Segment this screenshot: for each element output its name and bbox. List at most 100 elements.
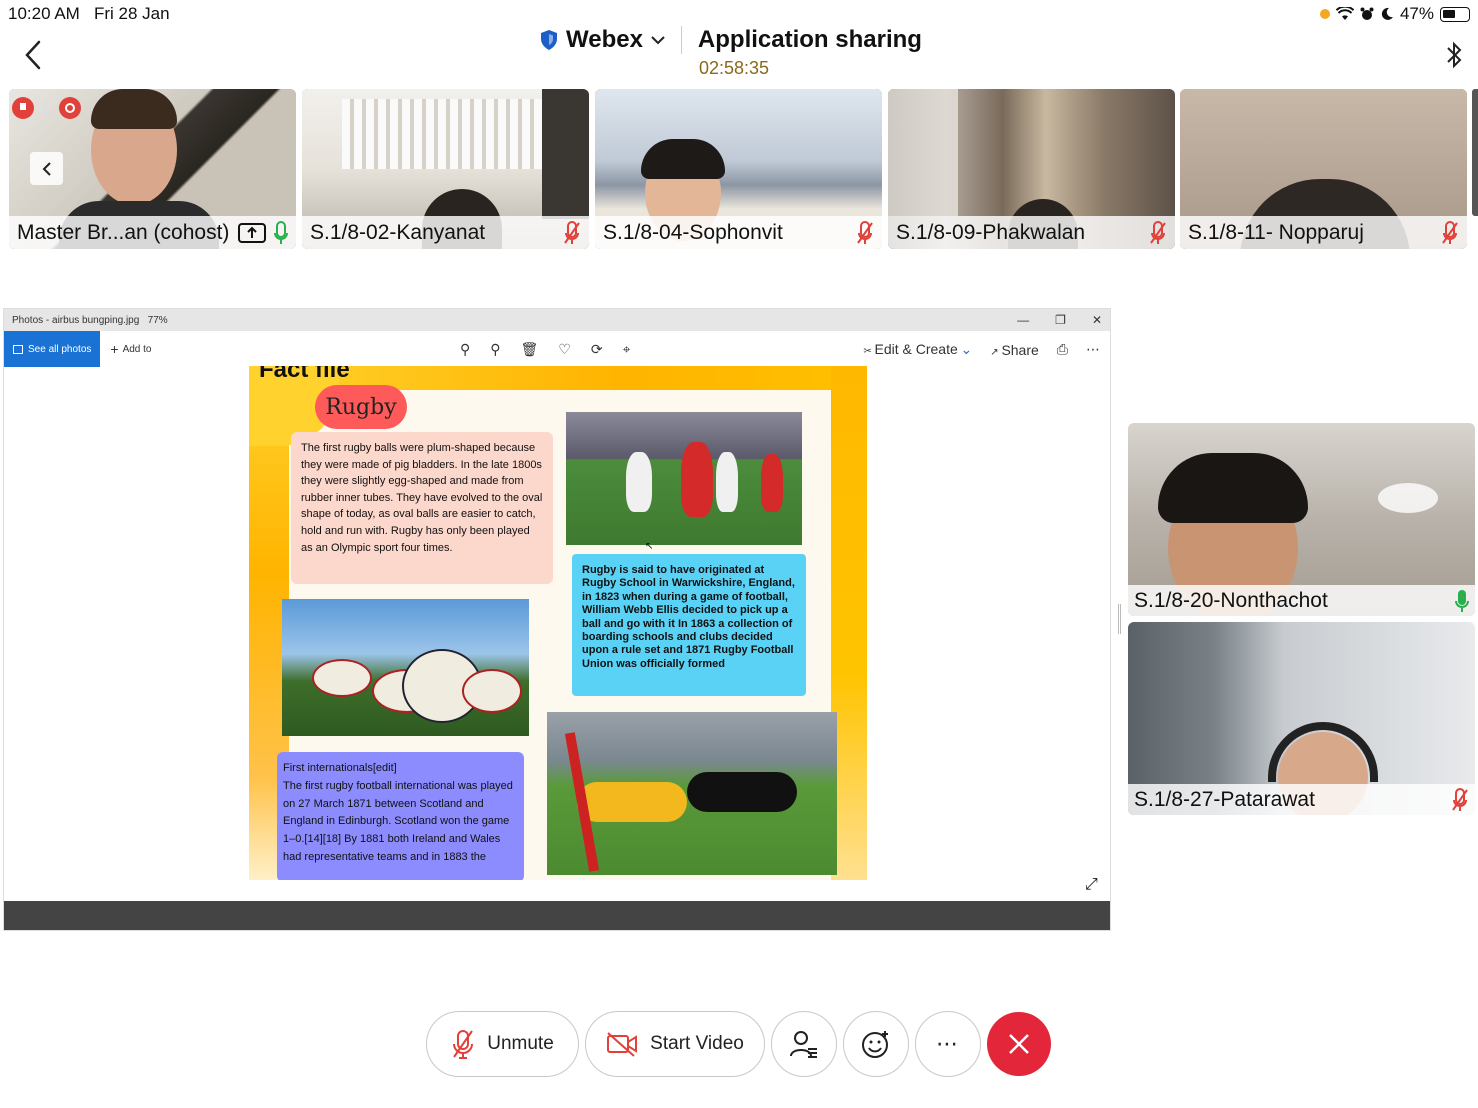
participant-label: S.1/8-20-Nonthachot: [1128, 585, 1475, 616]
alarm-icon: [1360, 7, 1374, 20]
bluetooth-icon[interactable]: [1442, 38, 1466, 72]
poster-heading: Fact file: [259, 366, 350, 383]
participant-label: S.1/8-09-Phakwalan: [888, 216, 1175, 249]
side-participant-tile[interactable]: S.1/8-27-Patarawat: [1128, 622, 1475, 815]
participant-tile[interactable]: S.1/8-09-Phakwalan: [888, 89, 1175, 249]
chevron-left-icon: [42, 161, 51, 176]
see-all-photos-button[interactable]: See all photos: [4, 331, 101, 367]
participant-tile[interactable]: S.1/8-11- Nopparuj: [1180, 89, 1467, 249]
webex-menu[interactable]: Webex: [540, 26, 665, 54]
participant-label: S.1/8-02-Kanyanat: [302, 216, 589, 249]
rotate-icon[interactable]: ⟳: [591, 341, 603, 358]
page-title: Application sharing: [697, 26, 922, 53]
more-icon: ⋯: [936, 1031, 960, 1056]
end-call-button[interactable]: [987, 1012, 1051, 1076]
side-participant-tile[interactable]: S.1/8-20-Nonthachot: [1128, 423, 1475, 616]
minimize-icon[interactable]: —: [1017, 313, 1029, 327]
window-bottom-bar: [4, 901, 1110, 930]
participant-name: Master Br...an (cohost): [17, 220, 230, 244]
start-video-button[interactable]: Start Video: [585, 1011, 765, 1077]
poster-image: Fact file Rugby The first rugby balls we…: [249, 366, 867, 880]
video-off-icon: [607, 1032, 638, 1057]
photos-toolbar: See all photos + Add to ⚲ ⚲ 🗑 ♡ ⟳ ⌖ ✂ Ed…: [4, 331, 1110, 367]
mic-off-icon: [1442, 220, 1458, 244]
back-button[interactable]: [18, 38, 48, 72]
rugby-match-photo: [566, 412, 802, 545]
zoom-out-icon[interactable]: ⚲: [490, 341, 500, 358]
crop-icon[interactable]: ⌖: [623, 341, 631, 358]
app-name: Webex: [566, 26, 643, 53]
restore-icon[interactable]: ❐: [1055, 313, 1066, 327]
strip-prev-button[interactable]: [30, 152, 63, 185]
fact-internationals-text: The first rugby football international w…: [283, 779, 513, 863]
participant-label: S.1/8-27-Patarawat: [1128, 784, 1475, 815]
participant-name: S.1/8-09-Phakwalan: [896, 220, 1086, 244]
participant-name: S.1/8-02-Kanyanat: [310, 220, 486, 244]
mic-off-icon: [1452, 787, 1468, 811]
muted-host-icon: [12, 97, 34, 119]
participant-label: Master Br...an (cohost): [9, 216, 296, 249]
record-icon: [59, 97, 81, 119]
window-title: Photos - airbus bungping.jpg: [12, 314, 140, 326]
fact-box-internationals: First internationals[edit] The first rug…: [277, 752, 524, 880]
participants-button[interactable]: [771, 1011, 837, 1077]
meeting-timer: 02:58:35: [699, 58, 770, 78]
participant-tile[interactable]: S.1/8-02-Kanyanat: [302, 89, 589, 249]
mic-off-icon: [1150, 220, 1166, 244]
close-icon: [1009, 1034, 1029, 1054]
meeting-header: Webex Application sharing: [540, 26, 922, 54]
unmute-button[interactable]: Unmute: [426, 1011, 579, 1077]
participant-name: S.1/8-27-Patarawat: [1134, 787, 1315, 811]
expand-icon[interactable]: ⤢: [1085, 876, 1098, 894]
more-options-button[interactable]: ⋯: [915, 1011, 981, 1077]
participant-label: S.1/8-04-Sophonvit: [595, 216, 882, 249]
plus-icon: +: [110, 341, 119, 357]
participants-icon: [790, 1031, 817, 1058]
share-button[interactable]: ↗ Share: [990, 342, 1039, 358]
fact-box-balls: The first rugby balls were plum-shaped b…: [291, 432, 553, 584]
mic-on-icon: [274, 220, 288, 244]
rugby-tackle-photo: [547, 712, 837, 875]
fact-internationals-heading: First internationals[edit]: [283, 762, 397, 774]
battery-percent: 47%: [1399, 4, 1434, 23]
mic-off-icon: [857, 220, 873, 244]
rugby-balls-photo: [282, 599, 529, 736]
shared-screen[interactable]: Photos - airbus bungping.jpg 77% — ❐ ✕ S…: [3, 308, 1111, 931]
recording-dot-icon: [1319, 9, 1330, 19]
participant-name: S.1/8-04-Sophonvit: [603, 220, 783, 244]
participant-label: S.1/8-11- Nopparuj: [1180, 216, 1467, 249]
delete-icon[interactable]: 🗑: [521, 341, 539, 358]
mic-off-icon: [453, 1030, 474, 1059]
reactions-button[interactable]: [843, 1011, 909, 1077]
participant-name: S.1/8-11- Nopparuj: [1188, 220, 1364, 244]
print-icon[interactable]: ⎙: [1057, 341, 1068, 358]
shield-icon: [541, 30, 557, 50]
mic-on-icon: [1455, 589, 1469, 612]
more-icon[interactable]: ⋯: [1086, 341, 1100, 358]
close-icon[interactable]: ✕: [1092, 313, 1102, 327]
window-titlebar: Photos - airbus bungping.jpg 77% — ❐ ✕: [4, 309, 1110, 331]
status-time: 10:20 AM Fri 28 Jan: [8, 4, 170, 23]
status-bar: 10:20 AM Fri 28 Jan 47%: [0, 0, 1478, 28]
heart-icon[interactable]: ♡: [558, 341, 571, 358]
add-to-button[interactable]: + Add to: [110, 341, 151, 357]
resize-handle[interactable]: [1118, 604, 1121, 634]
edit-create-button[interactable]: ✂ Edit & Create ⌄: [863, 341, 972, 358]
battery-icon: [1440, 6, 1470, 22]
moon-icon: [1381, 7, 1393, 20]
participant-name: S.1/8-20-Nonthachot: [1134, 588, 1328, 612]
zoom-in-icon[interactable]: ⚲: [460, 341, 470, 358]
header-divider: [680, 26, 682, 54]
zoom-level: 77%: [147, 314, 168, 326]
smiley-icon: [862, 1031, 888, 1058]
chevron-down-icon: [651, 36, 665, 45]
mic-off-icon: [564, 220, 580, 244]
participant-tile[interactable]: S.1/8-04-Sophonvit: [595, 89, 882, 249]
status-icons: 47%: [1319, 4, 1470, 24]
mouse-cursor-icon: ↖: [645, 541, 654, 552]
share-screen-icon: [238, 222, 266, 243]
participant-tile[interactable]: Master Br...an (cohost): [9, 89, 296, 249]
photos-icon: [13, 344, 23, 354]
fact-box-origin: Rugby is said to have originated at Rugb…: [572, 554, 806, 696]
poster-title: Rugby: [315, 385, 407, 429]
